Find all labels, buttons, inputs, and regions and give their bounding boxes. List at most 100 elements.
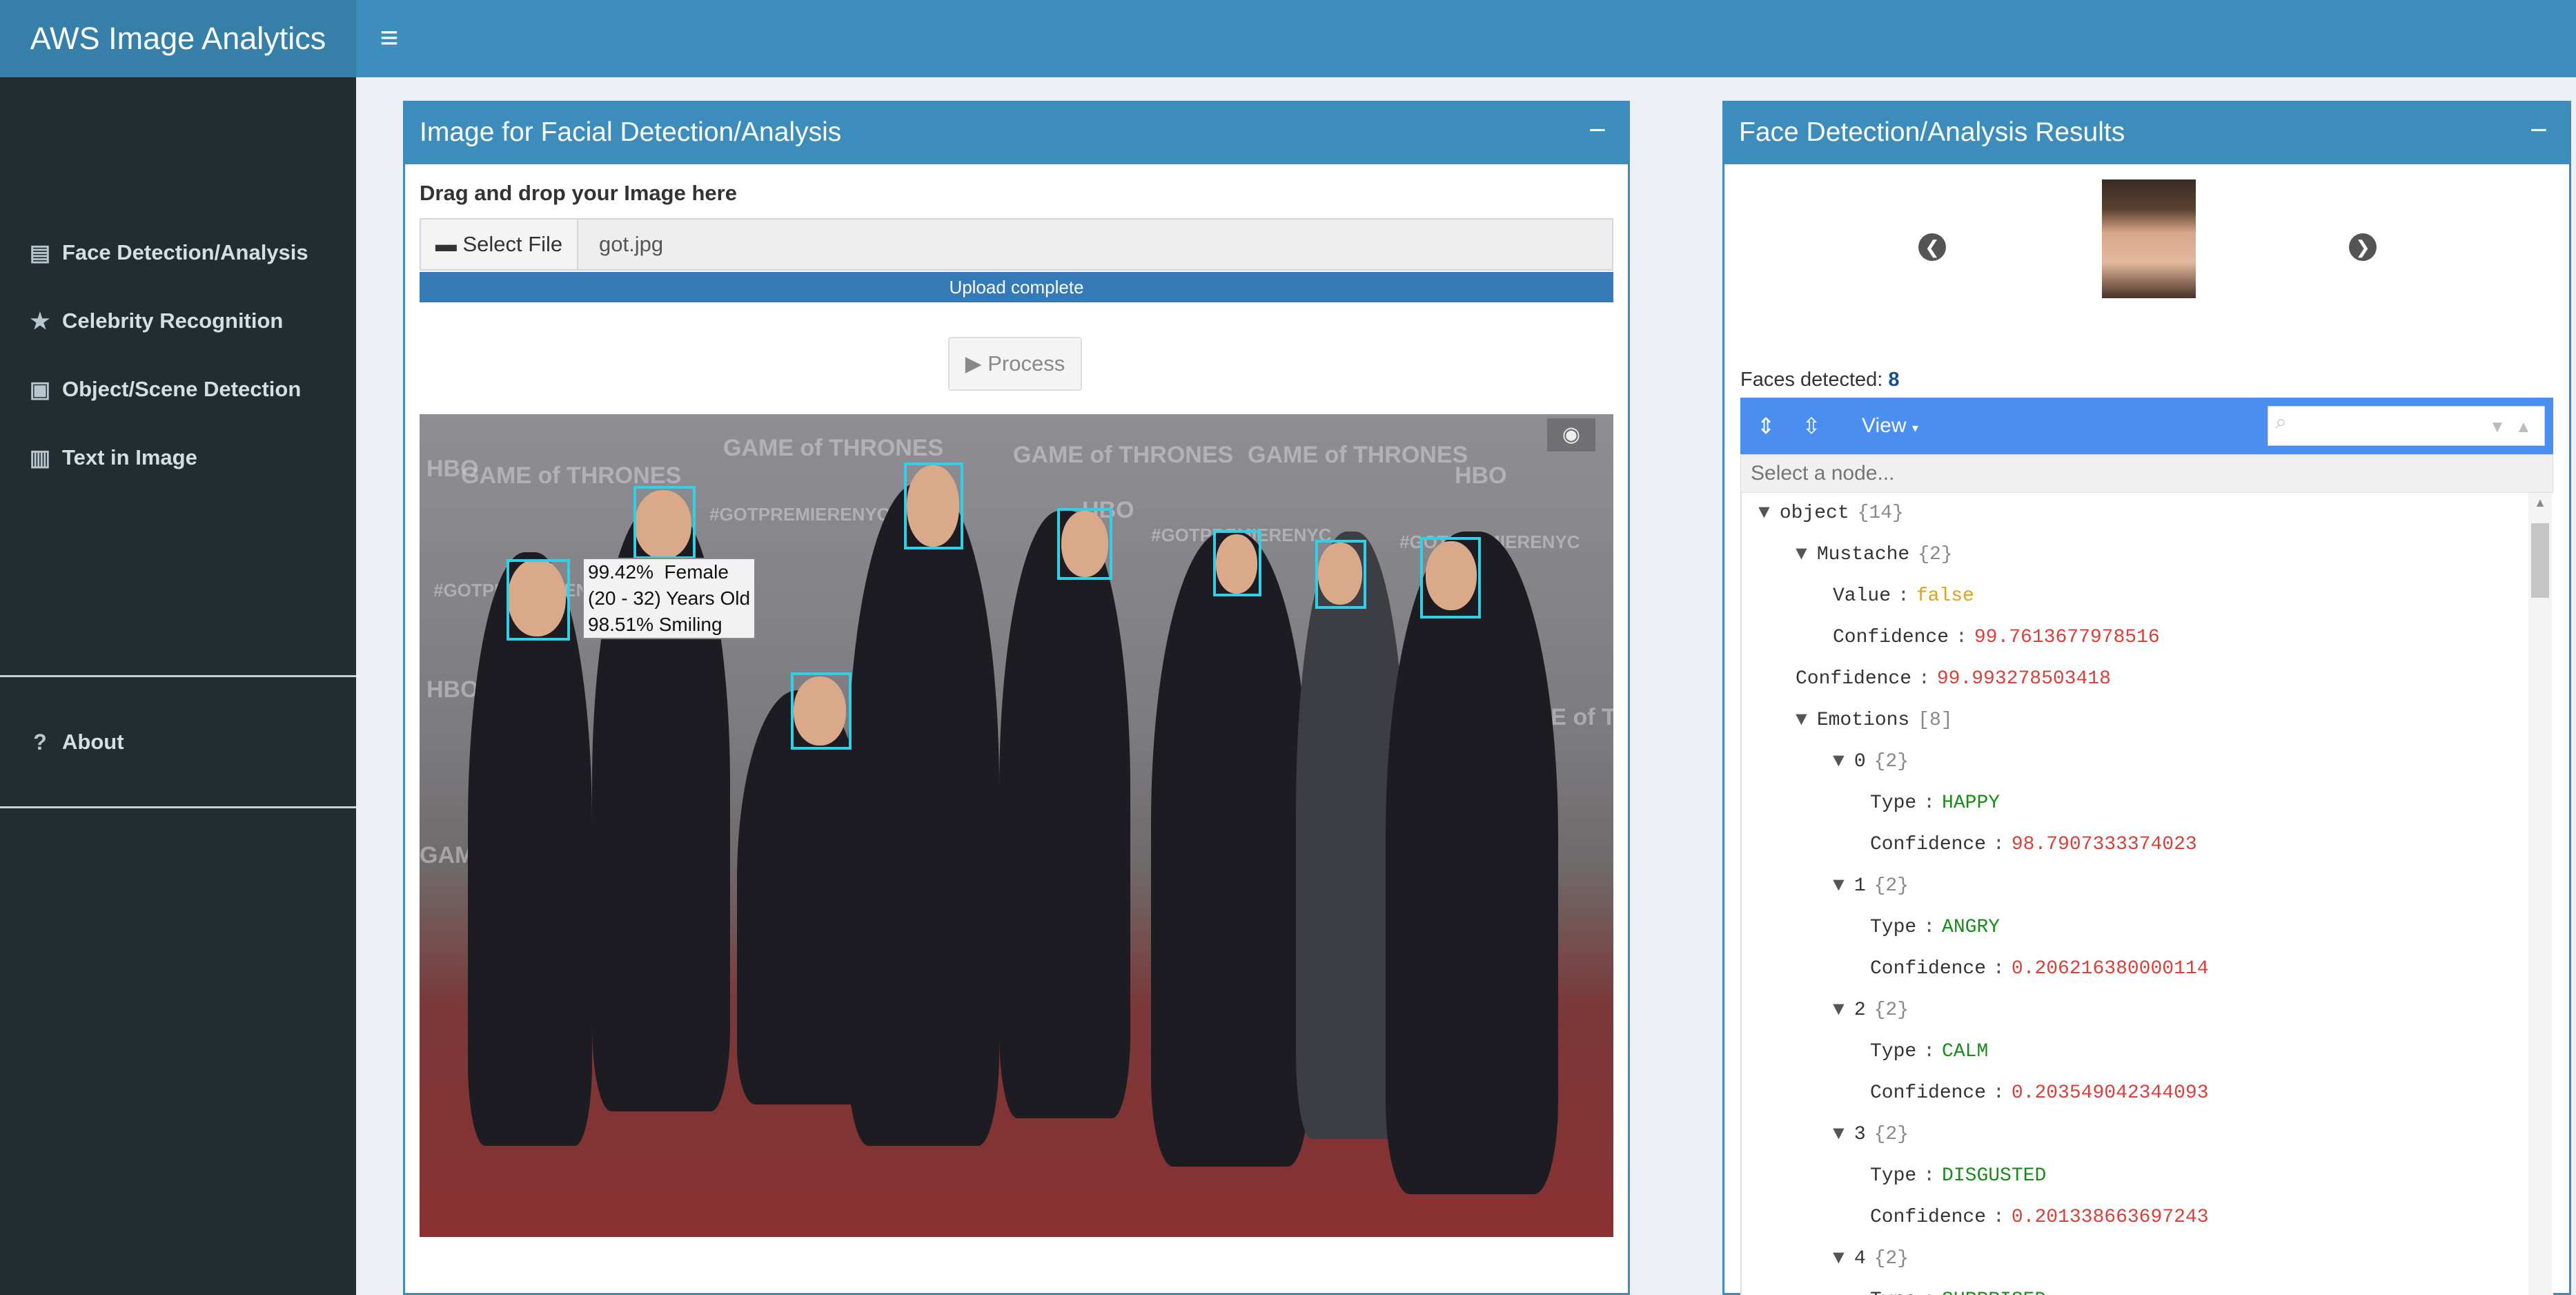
node-value[interactable]: 0.206216380000114 (2012, 958, 2209, 980)
tree-node[interactable]: Type: HAPPY (1870, 783, 2000, 824)
collapse-icon[interactable]: − (2518, 101, 2559, 164)
face-detection-box[interactable] (633, 486, 696, 559)
face-detection-box[interactable] (1057, 508, 1112, 580)
search-next-icon[interactable]: ▼ (2489, 418, 2506, 437)
separator: : (1923, 792, 1936, 814)
sidebar-item-text-in-image[interactable]: ▥ Text in Image (0, 425, 356, 491)
tree-node[interactable]: ▼ 3 {2} (1833, 1114, 1909, 1156)
tree-node[interactable]: Type: ANGRY (1870, 907, 2000, 948)
expand-toggle-icon[interactable]: ▼ (1758, 503, 1770, 524)
tree-node[interactable]: Value: false (1833, 576, 1974, 617)
next-face-icon[interactable]: ❯ (2349, 233, 2377, 261)
tree-node[interactable]: Confidence:98.7907333374023 (1870, 824, 2197, 866)
sidebar-item-face-detection[interactable]: ▤ Face Detection/Analysis (0, 220, 356, 286)
expand-all-icon[interactable]: ⇕ (1750, 410, 1782, 442)
process-button[interactable]: ▶ Process (948, 337, 1082, 391)
sidebar-item-label: Celebrity Recognition (62, 309, 284, 333)
face-detection-box[interactable] (904, 463, 963, 549)
scroll-thumb[interactable] (2531, 523, 2549, 598)
node-select-input[interactable] (1741, 455, 2553, 492)
person-silhouette (1386, 532, 1558, 1194)
camera-icon[interactable]: ◉ (1547, 418, 1595, 451)
node-count: {2} (1874, 1000, 1909, 1021)
faces-detected: Faces detected: 8 (1740, 369, 1900, 391)
expand-toggle-icon[interactable]: ▼ (1833, 1000, 1845, 1021)
chevron-down-icon: ▾ (1911, 421, 1918, 435)
faces-count: 8 (1888, 369, 1900, 391)
tree-node[interactable]: Type: CALM (1870, 1031, 1988, 1073)
node-value[interactable]: CALM (1942, 1041, 1988, 1062)
tree-node[interactable]: ▼ object {14} (1758, 493, 1904, 534)
tree-node[interactable]: ▼ 0 {2} (1833, 741, 1909, 783)
tree-scrollbar[interactable]: ▲ (2528, 493, 2552, 1295)
tree-search-box[interactable]: ⌕ ▼ ▲ (2268, 406, 2545, 446)
sidebar-item-object-scene[interactable]: ▣ Object/Scene Detection (0, 356, 356, 422)
node-key: 3 (1854, 1124, 1866, 1145)
panel-title: Image for Facial Detection/Analysis (420, 117, 842, 147)
expand-toggle-icon[interactable]: ▼ (1833, 1248, 1845, 1269)
tree-node[interactable]: ▼ Mustache {2} (1796, 534, 1953, 576)
prev-face-icon[interactable]: ❮ (1918, 233, 1946, 261)
node-value[interactable]: 98.7907333374023 (2012, 834, 2197, 855)
file-input-group[interactable]: ▬ Select File got.jpg (420, 218, 1613, 271)
sidebar-toggle-icon[interactable]: ≡ (367, 15, 411, 59)
tree-node[interactable]: Confidence:0.201338663697243 (1870, 1197, 2209, 1238)
tree-node[interactable]: Type: SURPRISED (1870, 1280, 2046, 1295)
tree-node[interactable]: ▼ 1 {2} (1833, 866, 1909, 907)
view-label: View (1862, 414, 1907, 437)
node-value[interactable]: 99.7613677978516 (1974, 627, 2160, 648)
expand-toggle-icon[interactable]: ▼ (1796, 710, 1807, 731)
face-detection-box[interactable] (1315, 540, 1366, 609)
expand-toggle-icon[interactable]: ▼ (1833, 751, 1845, 772)
tree-node[interactable]: ▼ 4 {2} (1833, 1238, 1909, 1280)
node-value[interactable]: false (1916, 585, 1974, 607)
node-key: Type (1870, 792, 1917, 814)
search-prev-icon[interactable]: ▲ (2515, 418, 2532, 437)
process-label: Process (987, 351, 1065, 376)
backdrop-logo: GAME of THRONES (723, 435, 944, 461)
analysis-image[interactable]: HBO GAME of THRONES #GOTPREMIERENYC GAME… (420, 414, 1613, 1237)
tree-node[interactable]: Confidence:99.993278503418 (1796, 659, 2111, 700)
tree-node[interactable]: ▼ 2 {2} (1833, 990, 1909, 1031)
node-value[interactable]: HAPPY (1942, 792, 2000, 814)
tooltip-age: (20 - 32) Years Old (588, 587, 751, 609)
node-key: Emotions (1816, 710, 1910, 731)
tree-node[interactable]: Confidence:0.203549042344093 (1870, 1073, 2209, 1114)
sidebar-item-celebrity-recognition[interactable]: ★ Celebrity Recognition (0, 288, 356, 354)
node-key: Type (1870, 1041, 1917, 1062)
question-icon: ? (33, 730, 47, 754)
separator: : (1923, 1041, 1936, 1062)
node-count: {2} (1874, 751, 1909, 772)
json-tree[interactable]: ▼ object {14} ▼ Mustache {2} Value: false Confid… (1740, 493, 2553, 1295)
node-selector[interactable] (1740, 454, 2553, 493)
node-value[interactable]: SURPRISED (1942, 1289, 2046, 1295)
node-key: object (1779, 503, 1849, 524)
expand-toggle-icon[interactable]: ▼ (1833, 875, 1845, 897)
collapse-all-icon[interactable]: ⇳ (1796, 410, 1827, 442)
node-value[interactable]: DISGUSTED (1942, 1165, 2046, 1187)
face-detection-box[interactable] (791, 672, 852, 750)
node-key: 1 (1854, 875, 1866, 897)
tree-node[interactable]: Type: DISGUSTED (1870, 1156, 2046, 1197)
expand-toggle-icon[interactable]: ▼ (1796, 544, 1807, 565)
view-menu-button[interactable]: View ▾ (1862, 410, 1918, 442)
select-file-button[interactable]: ▬ Select File (421, 220, 578, 269)
node-value[interactable]: 0.201338663697243 (2012, 1207, 2209, 1228)
document-icon: ▥ (29, 445, 51, 470)
expand-toggle-icon[interactable]: ▼ (1833, 1124, 1845, 1145)
tree-search-input[interactable] (2304, 411, 2477, 441)
face-detection-box[interactable] (507, 559, 570, 641)
tree-node[interactable]: ▼ Emotions [8] (1796, 700, 1953, 741)
sidebar-item-about[interactable]: ? About (0, 709, 356, 775)
face-detection-box[interactable] (1420, 537, 1481, 619)
tree-node[interactable]: Confidence:99.7613677978516 (1833, 617, 2160, 659)
node-value[interactable]: ANGRY (1942, 917, 2000, 938)
node-value[interactable]: 0.203549042344093 (2012, 1082, 2209, 1104)
node-value[interactable]: 99.993278503418 (1937, 668, 2111, 690)
scroll-up-icon[interactable]: ▲ (2528, 496, 2552, 510)
face-detection-box[interactable] (1213, 530, 1261, 596)
app-title[interactable]: AWS Image Analytics (0, 0, 356, 77)
collapse-icon[interactable]: − (1577, 101, 1618, 164)
tree-node[interactable]: Confidence:0.206216380000114 (1870, 948, 2209, 990)
node-key: Type (1870, 1165, 1917, 1187)
